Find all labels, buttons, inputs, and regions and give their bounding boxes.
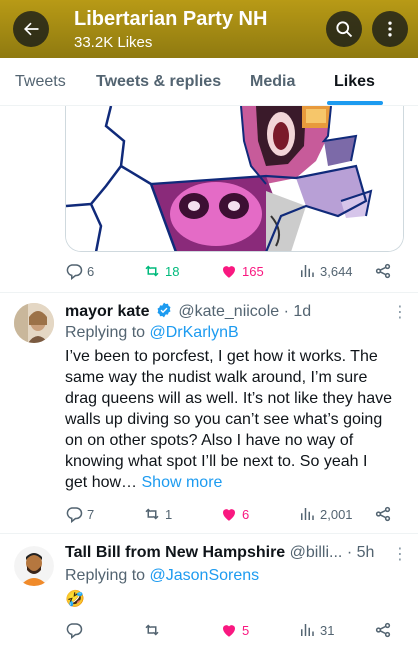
- retweet-icon: [145, 624, 159, 636]
- more-vertical-icon: [388, 21, 392, 37]
- like-count: 165: [242, 263, 264, 279]
- active-tab-indicator: [327, 101, 383, 105]
- reply-count: 7: [87, 506, 95, 522]
- tweet-text: I’ve been to porcfest, I get how it work…: [65, 346, 405, 493]
- mention-link[interactable]: @JasonSorens: [150, 567, 260, 584]
- heart-filled-icon: [223, 625, 235, 637]
- avatar[interactable]: [14, 303, 54, 343]
- tweet-header: Tall Bill from New Hampshire @billi... ·…: [65, 544, 374, 562]
- heart-filled-icon: [223, 266, 235, 278]
- tweet-time[interactable]: · 1d: [284, 303, 312, 320]
- likes-count: 33.2K Likes: [74, 34, 153, 51]
- heart-filled-icon: [223, 509, 235, 521]
- views-button[interactable]: 2,001: [298, 505, 353, 523]
- author-name[interactable]: Tall Bill from New Hampshire: [65, 544, 285, 561]
- retweet-icon: [145, 265, 159, 277]
- tweet-divider: [0, 533, 418, 534]
- reply-button[interactable]: [65, 621, 87, 639]
- share-button[interactable]: [374, 262, 392, 280]
- like-count: 6: [242, 506, 250, 522]
- tweet-media-image[interactable]: [65, 106, 404, 252]
- views-button[interactable]: 31: [298, 621, 334, 639]
- reply-button[interactable]: 7: [65, 505, 94, 523]
- tweet-text: 🤣: [65, 591, 85, 608]
- author-name[interactable]: mayor kate: [65, 303, 150, 320]
- tweet-more-icon[interactable]: ⋮: [392, 302, 408, 322]
- map-collage-image: [66, 106, 403, 251]
- tweet-text-last: get how…: [65, 474, 138, 491]
- share-icon: [375, 506, 391, 522]
- more-options-button[interactable]: [372, 11, 408, 47]
- tweet-actions: 7 1 6 2,001: [0, 505, 418, 525]
- avatar[interactable]: [14, 546, 54, 586]
- tab-likes[interactable]: Likes: [334, 73, 375, 91]
- tweet-more-icon[interactable]: ⋮: [392, 544, 408, 564]
- show-more-link[interactable]: Show more: [142, 474, 223, 491]
- avatar-photo: [14, 303, 54, 343]
- author-handle[interactable]: @kate_niicole: [178, 303, 279, 320]
- tab-tweets[interactable]: Tweets: [15, 73, 66, 91]
- retweet-button[interactable]: 1: [143, 505, 172, 523]
- profile-tabs: Tweets Tweets & replies Media Likes: [0, 58, 418, 106]
- arrow-left-icon: [24, 22, 39, 36]
- retweet-count: 18: [165, 263, 180, 279]
- profile-name: Libertarian Party NH: [74, 8, 268, 30]
- tweet-text-line: knowing what spot I’ll be next to. So ye…: [65, 453, 368, 470]
- replying-to: Replying to @DrKarlynB: [65, 324, 239, 342]
- share-icon: [375, 263, 391, 279]
- like-button[interactable]: 6: [220, 505, 249, 523]
- tweet-actions: 6 18 165 3,644: [0, 262, 418, 282]
- back-button[interactable]: [13, 11, 49, 47]
- retweet-icon: [145, 508, 159, 520]
- views-count: 3,644: [320, 263, 353, 279]
- replying-to-label: Replying to: [65, 567, 146, 584]
- mention-link[interactable]: @DrKarlynB: [150, 324, 239, 341]
- tweet-text-line: drag queens will as well. It’s not like …: [65, 390, 392, 407]
- avatar-photo: [14, 546, 54, 586]
- verified-badge-icon: [157, 302, 171, 318]
- search-button[interactable]: [326, 11, 362, 47]
- share-icon: [375, 622, 391, 638]
- reply-icon: [66, 623, 83, 639]
- views-chart-icon: [301, 508, 314, 520]
- tab-tweets-replies[interactable]: Tweets & replies: [96, 73, 221, 91]
- tweet-time[interactable]: · 5h: [347, 544, 375, 561]
- tweet-text-line: on on other spots? Also I have no way of: [65, 432, 354, 449]
- reply-icon: [66, 264, 83, 280]
- profile-header: Libertarian Party NH 33.2K Likes: [0, 0, 418, 58]
- views-chart-icon: [301, 624, 314, 636]
- views-button[interactable]: 3,644: [298, 262, 353, 280]
- tweet-text-line: get how… Show more: [65, 472, 405, 493]
- retweet-button[interactable]: 18: [143, 262, 179, 280]
- retweet-button[interactable]: [143, 621, 165, 639]
- replying-to: Replying to @JasonSorens: [65, 567, 259, 585]
- tweet-text-line: walls up diving so you can’t see what’s …: [65, 411, 383, 428]
- like-count: 5: [242, 622, 250, 638]
- reply-button[interactable]: 6: [65, 262, 94, 280]
- views-count: 2,001: [320, 506, 353, 522]
- tweet-text-line: same way the nudist walk around, I’m sur…: [65, 369, 368, 386]
- views-count: 31: [320, 622, 335, 638]
- tweet-divider: [0, 292, 418, 293]
- like-button[interactable]: 5: [220, 621, 249, 639]
- replying-to-label: Replying to: [65, 324, 146, 341]
- share-button[interactable]: [374, 505, 392, 523]
- author-handle[interactable]: @billi...: [290, 544, 343, 561]
- tweet-actions: 5 31: [0, 621, 418, 641]
- share-button[interactable]: [374, 621, 392, 639]
- retweet-count: 1: [165, 506, 173, 522]
- views-chart-icon: [301, 265, 314, 277]
- reply-count: 6: [87, 263, 95, 279]
- reply-icon: [66, 507, 83, 523]
- search-icon: [336, 21, 353, 38]
- tab-media[interactable]: Media: [250, 73, 295, 91]
- like-button[interactable]: 165: [220, 262, 264, 280]
- tweet-text-line: I’ve been to porcfest, I get how it work…: [65, 348, 378, 365]
- tweet-header: mayor kate @kate_niicole · 1d: [65, 302, 311, 321]
